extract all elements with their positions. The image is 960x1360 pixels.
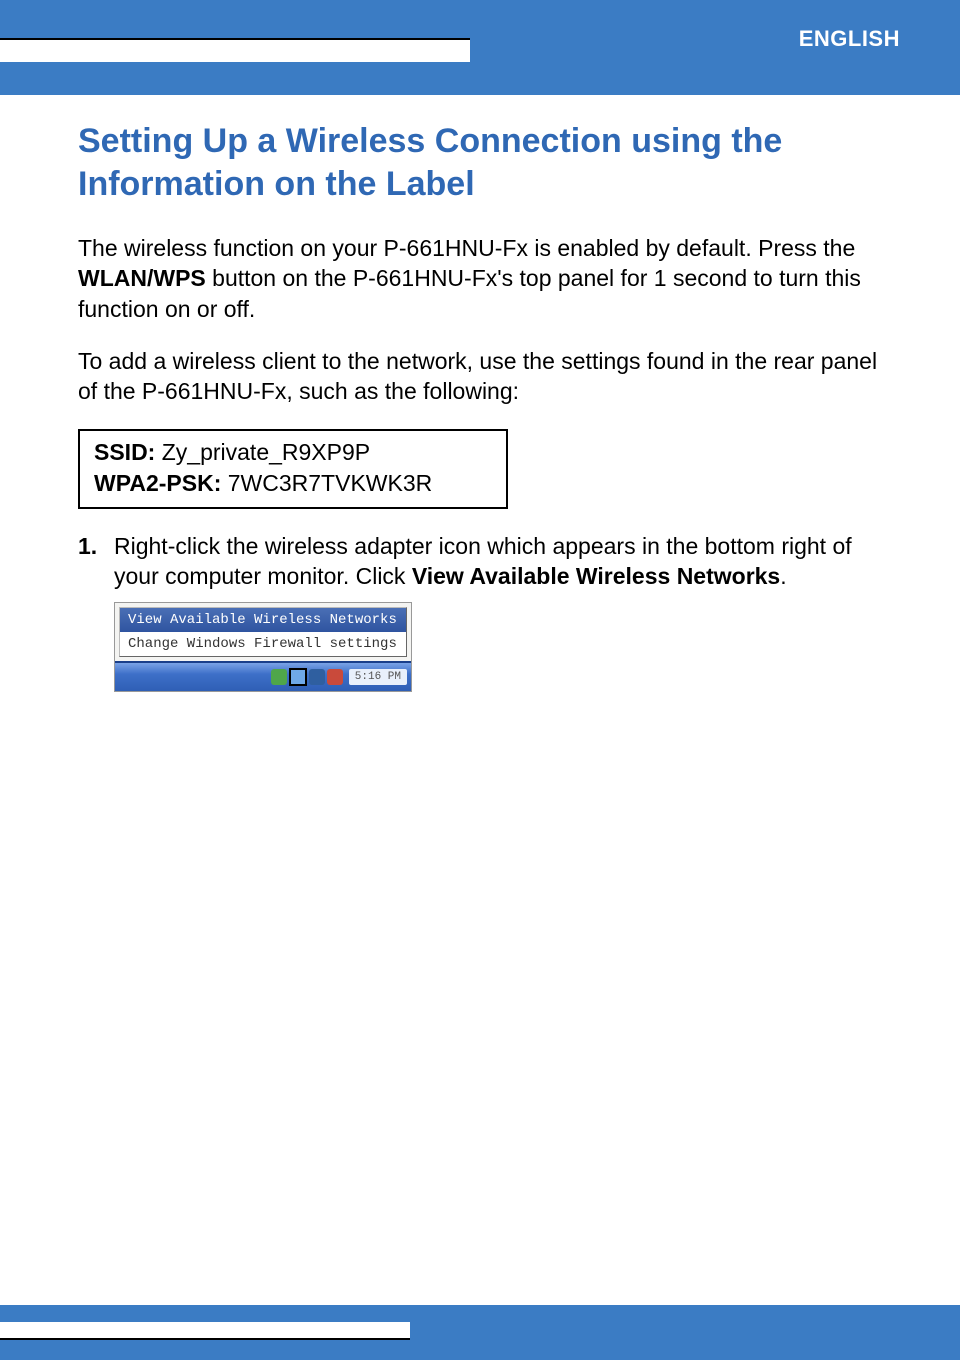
step1-bold: View Available Wireless Networks — [412, 563, 780, 589]
language-label: ENGLISH — [799, 26, 900, 52]
step-1: 1. Right-click the wireless adapter icon… — [78, 531, 882, 592]
ssid-label: SSID: — [94, 439, 155, 465]
wireless-adapter-icon[interactable] — [289, 668, 307, 686]
psk-value: 7WC3R7TVKWK3R — [228, 470, 432, 496]
step-body: Right-click the wireless adapter icon wh… — [114, 531, 882, 592]
page-content: Setting Up a Wireless Connection using t… — [78, 120, 882, 692]
menu-item-view-networks[interactable]: View Available Wireless Networks — [120, 608, 406, 632]
tray-icon-1[interactable] — [271, 669, 287, 685]
header-tab-accent — [0, 38, 470, 62]
footer-band — [0, 1305, 960, 1360]
intro-paragraph-1: The wireless function on your P-661HNU-F… — [78, 233, 882, 324]
step1-post: . — [780, 563, 786, 589]
wlan-wps-bold: WLAN/WPS — [78, 265, 206, 291]
ssid-value: Zy_private_R9XP9P — [162, 439, 370, 465]
tray-icon-3[interactable] — [309, 669, 325, 685]
intro-paragraph-2: To add a wireless client to the network,… — [78, 346, 882, 407]
taskbar-clock: 5:16 PM — [349, 669, 407, 685]
footer-tab-accent — [0, 1322, 410, 1340]
credentials-box: SSID: Zy_private_R9XP9P WPA2-PSK: 7WC3R7… — [78, 429, 508, 509]
psk-label: WPA2-PSK: — [94, 470, 221, 496]
tray-icon-4[interactable] — [327, 669, 343, 685]
menu-item-firewall-settings[interactable]: Change Windows Firewall settings — [120, 632, 406, 656]
para1-pre: The wireless function on your P-661HNU-F… — [78, 235, 855, 261]
step-number: 1. — [78, 531, 102, 592]
psk-row: WPA2-PSK: 7WC3R7TVKWK3R — [94, 468, 492, 499]
context-menu-screenshot: View Available Wireless Networks Change … — [114, 602, 412, 692]
context-menu: View Available Wireless Networks Change … — [119, 607, 407, 657]
header-band: ENGLISH — [0, 0, 960, 95]
page-title: Setting Up a Wireless Connection using t… — [78, 120, 882, 205]
ssid-row: SSID: Zy_private_R9XP9P — [94, 437, 492, 468]
taskbar: 5:16 PM — [115, 661, 411, 691]
